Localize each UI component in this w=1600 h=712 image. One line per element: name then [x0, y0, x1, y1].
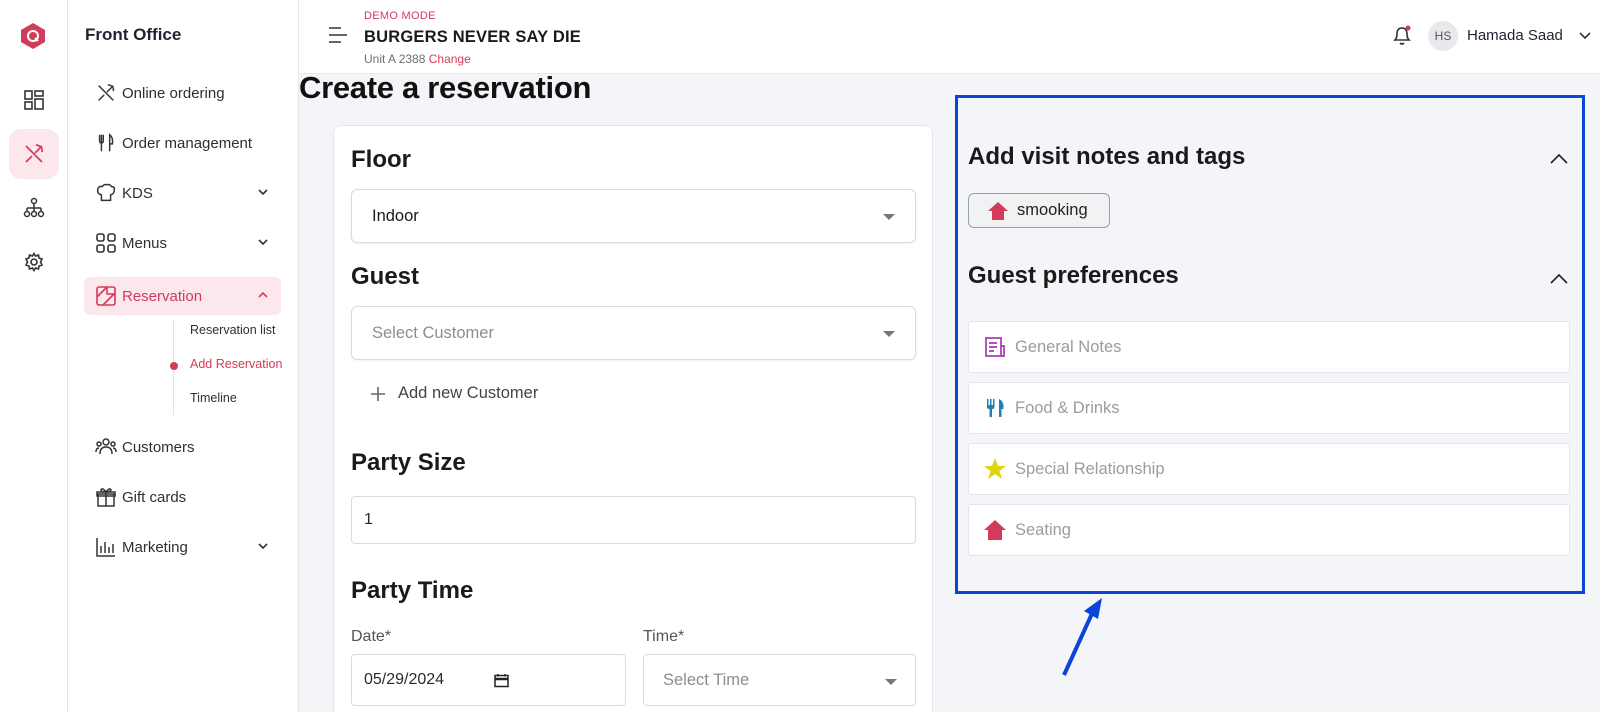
- bell-icon[interactable]: [1391, 24, 1413, 46]
- customer-select[interactable]: Select Customer: [351, 306, 916, 360]
- sidebar-item-label: Gift cards: [122, 488, 187, 506]
- bar-chart-icon: [96, 538, 115, 557]
- menu-toggle-icon[interactable]: [327, 26, 349, 44]
- chevron-down-icon: [258, 543, 268, 550]
- sidebar-title: Front Office: [85, 25, 182, 44]
- dropdown-caret-icon: [883, 331, 895, 337]
- party-time-section-title: Party Time: [351, 577, 474, 604]
- settings-rail-button[interactable]: [9, 237, 59, 287]
- time-select-placeholder: Select Time: [663, 670, 750, 689]
- chevron-down-icon[interactable]: [1578, 30, 1592, 42]
- dashboard-rail-button[interactable]: [9, 75, 59, 125]
- sidebar-item-reservation[interactable]: Reservation: [84, 277, 281, 315]
- avatar[interactable]: HS: [1428, 21, 1458, 51]
- highlight-box: [955, 95, 1585, 594]
- sidebar-item-label: Marketing: [122, 538, 188, 556]
- sidebar-item-marketing[interactable]: Marketing: [84, 528, 281, 566]
- sidebar-item-menus[interactable]: Menus: [84, 224, 281, 262]
- utensils-cross-icon: [25, 144, 43, 163]
- page-title: Create a reservation: [299, 70, 592, 105]
- floor-section-title: Floor: [351, 146, 411, 173]
- dropdown-caret-icon: [885, 679, 897, 685]
- active-subnav-dot: [170, 362, 178, 370]
- sidebar-item-customers[interactable]: Customers: [84, 428, 281, 466]
- subnav-add-reservation[interactable]: Add Reservation: [190, 357, 282, 371]
- chevron-down-icon: [258, 189, 268, 196]
- gift-icon: [96, 488, 116, 507]
- sidebar-item-label: Order management: [122, 134, 253, 152]
- date-label: Date*: [351, 628, 392, 645]
- add-new-customer-button[interactable]: Add new Customer: [370, 384, 538, 403]
- floor-select-value: Indoor: [372, 206, 419, 225]
- sidebar-item-label: Online ordering: [122, 84, 225, 102]
- gear-icon: [24, 252, 44, 272]
- unit-label: Unit A 2388: [364, 52, 426, 66]
- date-value: 05/29/2024: [364, 671, 445, 688]
- add-customer-label: Add new Customer: [398, 384, 539, 402]
- hierarchy-icon: [23, 197, 45, 218]
- time-select[interactable]: Select Time: [643, 654, 916, 706]
- chef-hat-icon: [96, 183, 116, 202]
- calendar-icon[interactable]: [494, 673, 509, 688]
- utensils-cross-icon: [98, 84, 115, 101]
- dropdown-caret-icon: [883, 214, 895, 220]
- restaurant-name: BURGERS NEVER SAY DIE: [364, 28, 581, 46]
- side-navigation: Front Office Online ordering Order manag…: [68, 0, 299, 712]
- user-name[interactable]: Hamada Saad: [1467, 27, 1563, 44]
- date-input[interactable]: 05/29/2024: [351, 654, 626, 706]
- organization-rail-button[interactable]: [9, 183, 59, 233]
- app-logo-icon[interactable]: [20, 22, 46, 50]
- sidebar-item-order-management[interactable]: Order management: [84, 124, 281, 162]
- customer-select-placeholder: Select Customer: [372, 323, 494, 342]
- sidebar-item-gift-cards[interactable]: Gift cards: [84, 478, 281, 516]
- guest-section-title: Guest: [351, 263, 420, 290]
- front-office-rail-button[interactable]: [9, 129, 59, 179]
- sidebar-item-label: Reservation: [122, 287, 203, 305]
- time-label: Time*: [643, 628, 685, 645]
- chevron-down-icon: [258, 239, 268, 246]
- dashboard-icon: [24, 90, 44, 110]
- reservation-form-card: Floor Indoor Guest Select Customer Add n…: [333, 125, 933, 712]
- unit-info: Unit A 2388 Change: [364, 52, 471, 66]
- sidebar-item-label: Menus: [122, 234, 168, 252]
- party-size-input[interactable]: 1: [351, 496, 916, 544]
- sidebar-item-label: Customers: [122, 438, 195, 456]
- sidebar-item-label: KDS: [122, 184, 153, 202]
- reservation-icon: [96, 286, 116, 306]
- chevron-up-icon: [258, 291, 268, 298]
- plus-icon: [371, 386, 385, 401]
- sidebar-item-online-ordering[interactable]: Online ordering: [84, 74, 281, 112]
- sidebar-item-kds[interactable]: KDS: [84, 174, 281, 212]
- floor-select[interactable]: Indoor: [351, 189, 916, 243]
- subnav-reservation-list[interactable]: Reservation list: [190, 323, 275, 337]
- annotation-arrow-icon: [1062, 598, 1102, 676]
- party-size-section-title: Party Size: [351, 449, 466, 476]
- users-icon: [95, 438, 117, 455]
- icon-rail: [0, 0, 68, 712]
- demo-mode-label: DEMO MODE: [364, 10, 436, 22]
- fork-knife-icon: [98, 133, 114, 152]
- grid-icon: [96, 233, 116, 253]
- change-unit-link[interactable]: Change: [429, 52, 471, 66]
- subnav-timeline[interactable]: Timeline: [190, 391, 237, 405]
- top-header: DEMO MODE BURGERS NEVER SAY DIE Unit A 2…: [299, 0, 1600, 74]
